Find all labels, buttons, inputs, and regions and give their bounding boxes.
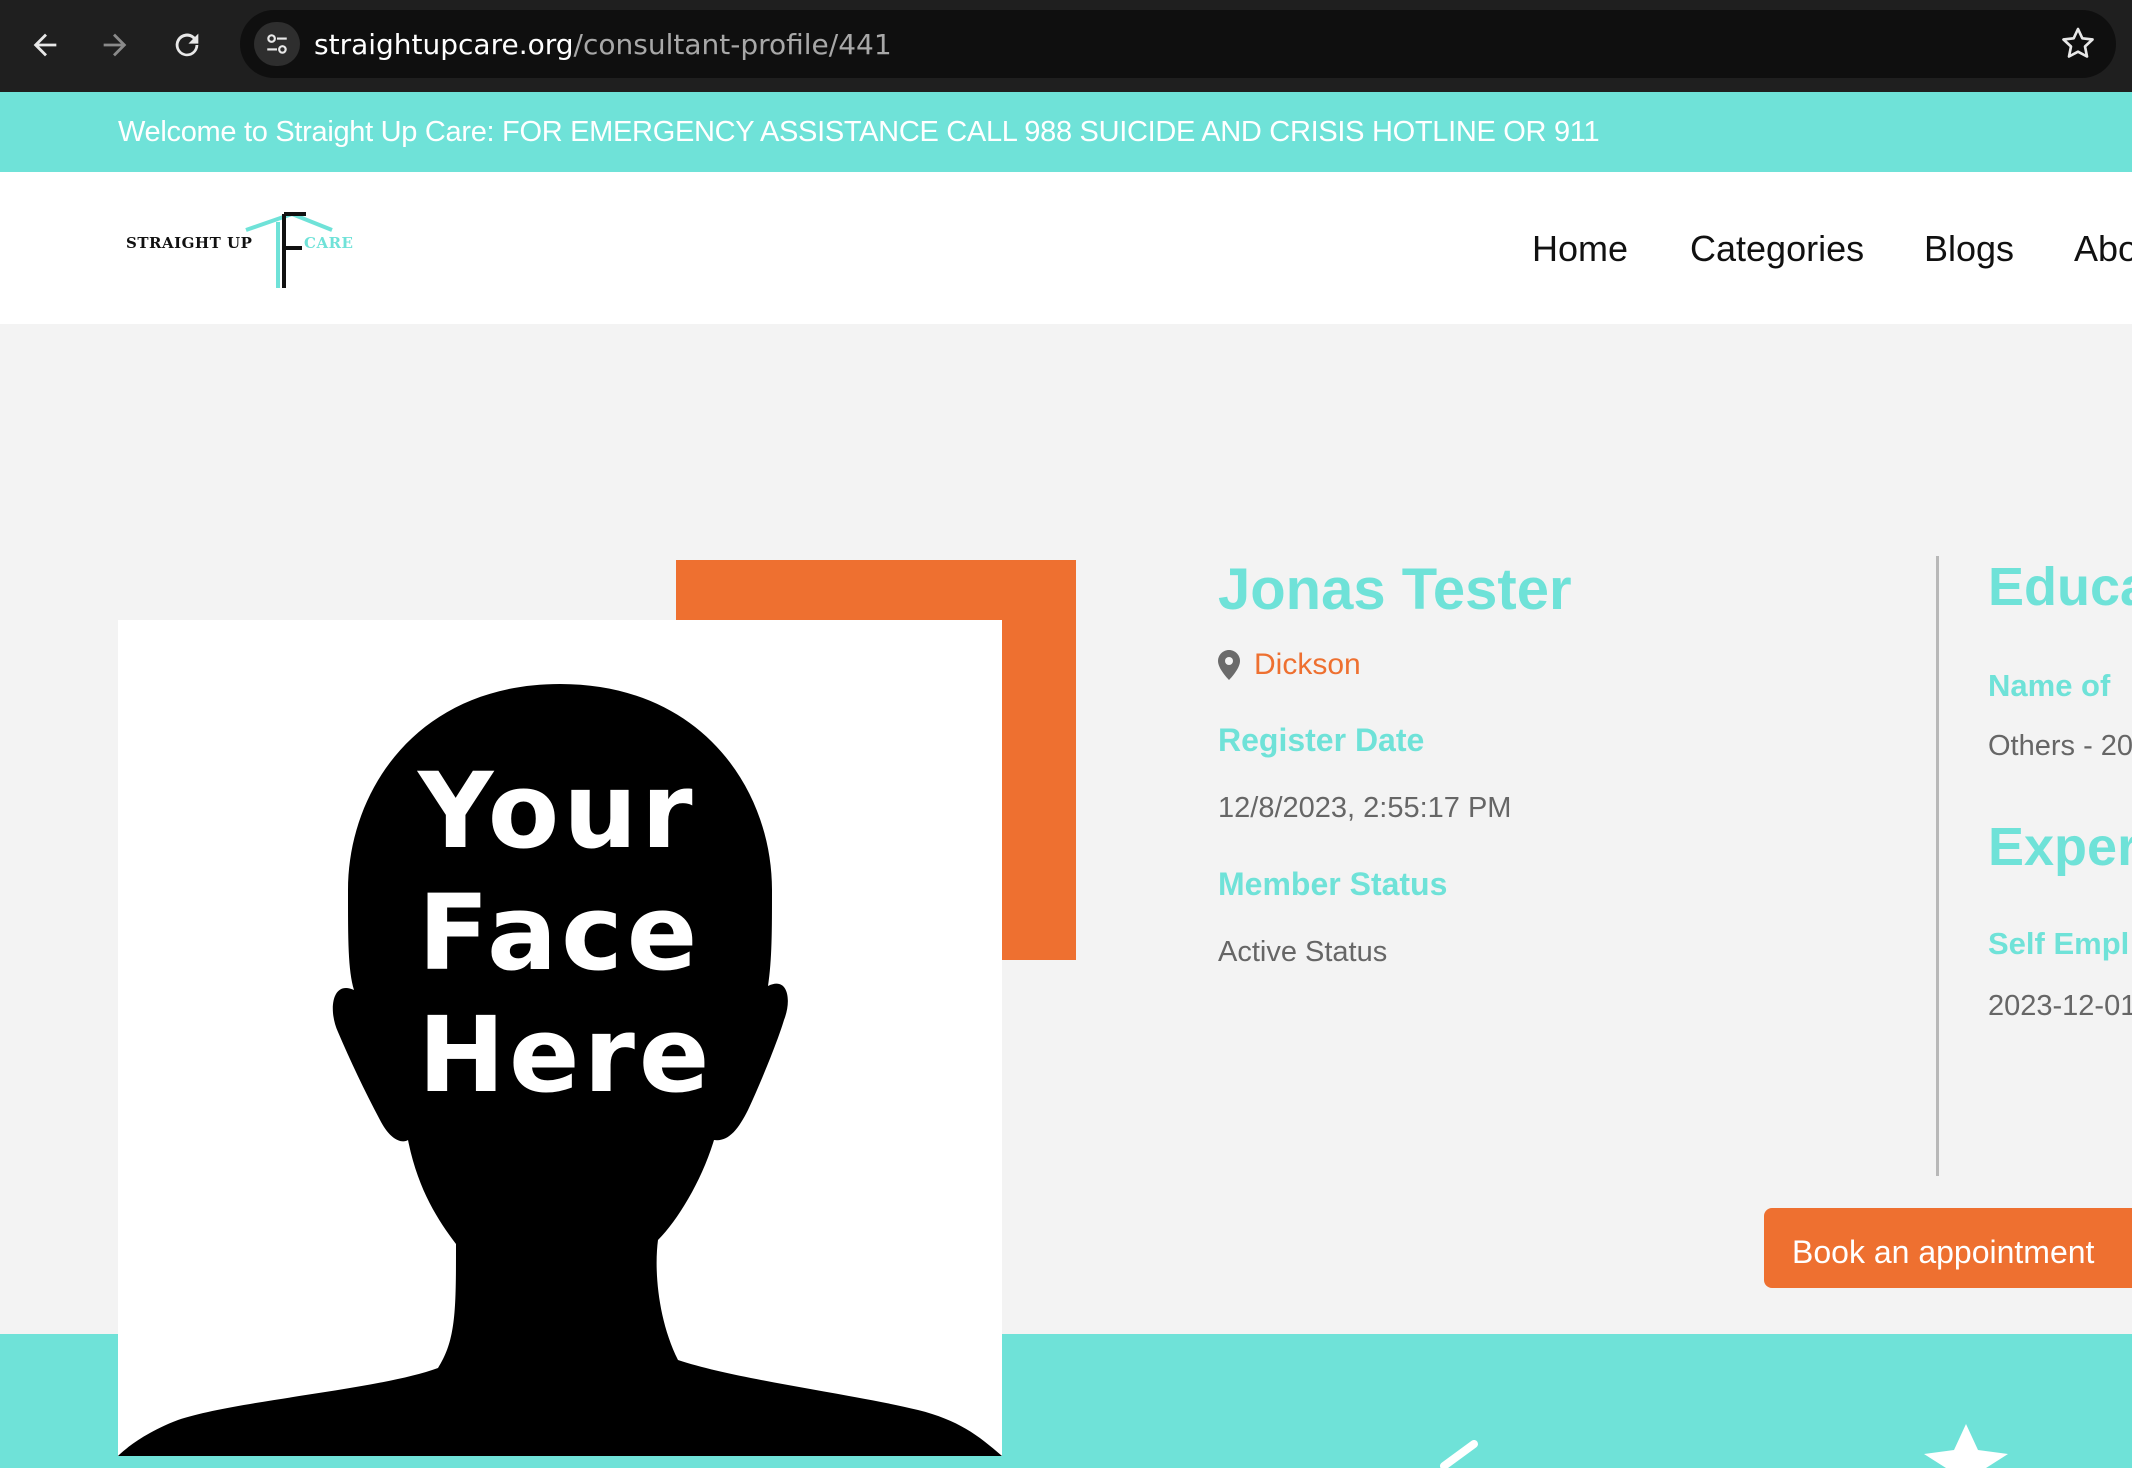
check-icon xyxy=(1440,1440,1478,1468)
register-date-label: Register Date xyxy=(1218,722,1425,758)
nav-categories[interactable]: Categories xyxy=(1690,228,1864,270)
nav-about[interactable]: Abo xyxy=(2074,228,2132,270)
education-label: Name of xyxy=(1988,668,2111,703)
url-domain: straightupcare.org xyxy=(314,28,574,61)
member-status-value: Active Status xyxy=(1218,936,1388,968)
logo-text-left: STRAIGHT UP xyxy=(126,234,253,252)
education-value: Others - 20 xyxy=(1988,730,2132,762)
forward-button[interactable] xyxy=(90,20,140,70)
education-heading: Educa xyxy=(1988,557,2132,617)
site-header: STRAIGHT UP CARE Home Categories Blogs A… xyxy=(0,172,2132,324)
site-logo[interactable]: STRAIGHT UP CARE xyxy=(126,208,396,292)
announcement-bar: Welcome to Straight Up Care: FOR EMERGEN… xyxy=(0,92,2132,172)
site-settings-button[interactable] xyxy=(254,22,300,66)
consultant-name: Jonas Tester xyxy=(1218,557,1572,622)
placeholder-line-2: Face xyxy=(418,872,702,994)
star-icon xyxy=(1924,1424,2008,1468)
reload-icon xyxy=(175,33,199,57)
back-button[interactable] xyxy=(20,20,70,70)
announcement-text: Welcome to Straight Up Care: FOR EMERGEN… xyxy=(118,116,1600,148)
url-text: straightupcare.org/consultant-profile/44… xyxy=(314,28,892,61)
consultant-location: Dickson xyxy=(1254,648,1361,681)
profile-photo: Your Face Here xyxy=(118,620,1002,1456)
back-icon xyxy=(33,33,57,57)
register-date-value: 12/8/2023, 2:55:17 PM xyxy=(1218,792,1512,824)
location-pin-icon xyxy=(1218,650,1240,680)
browser-toolbar: straightupcare.org/consultant-profile/44… xyxy=(0,0,2132,92)
experience-heading: Experi xyxy=(1988,817,2132,877)
placeholder-line-1: Your xyxy=(418,750,697,872)
placeholder-text: Your Face Here xyxy=(418,750,713,1116)
book-appointment-button[interactable]: Book an appointment xyxy=(1764,1208,2132,1288)
url-path: /consultant-profile/441 xyxy=(573,28,892,61)
experience-value: 2023-12-01 xyxy=(1988,990,2132,1022)
member-status-label: Member Status xyxy=(1218,866,1448,902)
column-divider xyxy=(1936,556,1939,1176)
address-bar[interactable]: straightupcare.org/consultant-profile/44… xyxy=(240,10,2116,78)
experience-label: Self Empl xyxy=(1988,926,2130,961)
nav-home[interactable]: Home xyxy=(1532,228,1628,270)
forward-icon xyxy=(103,33,127,57)
logo-text-right: CARE xyxy=(304,234,354,252)
reload-button[interactable] xyxy=(162,20,212,70)
bookmark-star-icon[interactable] xyxy=(2058,24,2098,64)
placeholder-line-3: Here xyxy=(418,994,714,1116)
site-settings-icon xyxy=(267,34,287,54)
nav-blogs[interactable]: Blogs xyxy=(1924,228,2014,270)
